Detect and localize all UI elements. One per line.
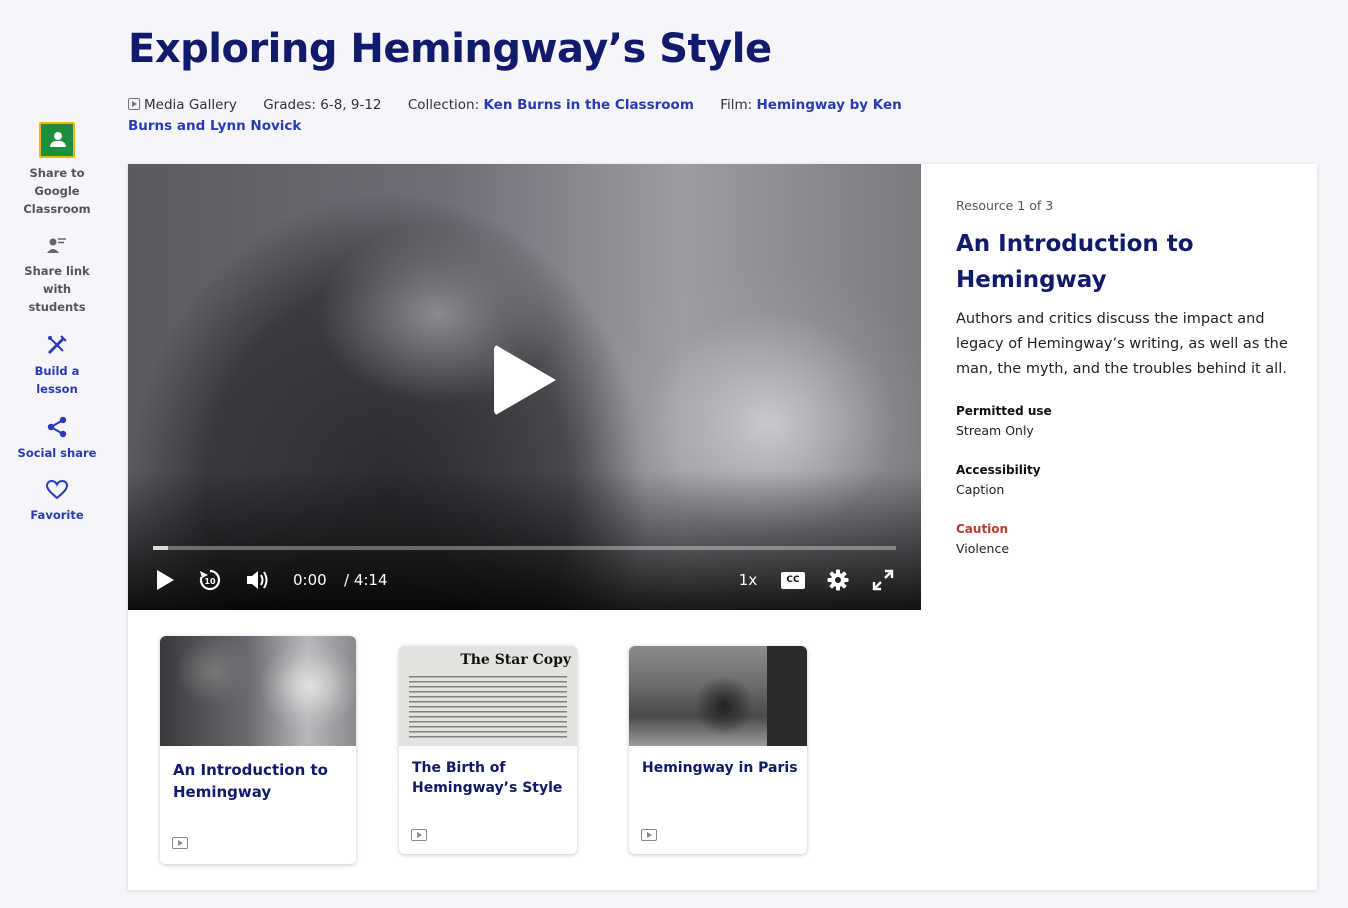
caution-value: Violence xyxy=(956,541,1010,556)
newspaper-lines xyxy=(409,676,567,740)
svg-text:10: 10 xyxy=(204,577,216,586)
video-icon xyxy=(172,837,188,849)
permitted-use-label: Permitted use xyxy=(956,404,1052,418)
share-link-icon xyxy=(47,238,66,253)
meta-grades: Grades: 6-8, 9-12 xyxy=(263,97,382,113)
caution-label: Caution xyxy=(956,522,1009,536)
play-icon xyxy=(157,570,174,590)
big-play-button[interactable] xyxy=(488,342,558,418)
thumbnail-card[interactable]: Hemingway in Paris xyxy=(629,646,807,854)
captions-icon: CC xyxy=(781,571,805,589)
accessibility-label: Accessibility xyxy=(956,463,1041,477)
meta-collection: Collection: Ken Burns in the Classroom xyxy=(407,97,694,113)
duration: / 4:14 xyxy=(344,571,388,589)
action-sidebar: Share to Google Classroom Share link wit… xyxy=(14,122,100,542)
video-icon xyxy=(411,829,427,841)
google-classroom-icon xyxy=(39,122,75,158)
thumbnail-title: The Birth of Hemingway’s Style xyxy=(412,760,563,796)
video-player[interactable]: 10 0:00 / 4:14 1x CC xyxy=(128,164,921,610)
collection-link[interactable]: Ken Burns in the Classroom xyxy=(483,97,693,113)
captions-button[interactable]: CC xyxy=(779,562,807,598)
build-lesson-button[interactable]: Build a lesson xyxy=(14,334,100,398)
playback-speed-button[interactable]: 1x xyxy=(734,562,762,598)
thumbnail-title: Hemingway in Paris xyxy=(642,760,798,776)
current-time: 0:00 xyxy=(293,571,327,589)
resource-meta: Media Gallery Grades: 6-8, 9-12 Collecti… xyxy=(128,95,928,137)
resource-count: Resource 1 of 3 xyxy=(956,198,1054,213)
volume-button[interactable] xyxy=(244,562,272,598)
resource-card: 10 0:00 / 4:14 1x CC Resource 1 of 3 An … xyxy=(128,164,1317,890)
accessibility-value: Caption xyxy=(956,482,1005,497)
media-gallery-icon xyxy=(128,98,140,110)
volume-icon xyxy=(247,571,268,589)
thumbnail-image xyxy=(629,646,807,746)
gear-icon xyxy=(827,569,849,591)
video-progress-bar[interactable] xyxy=(153,546,896,550)
play-button[interactable] xyxy=(152,562,178,598)
thumbnail-image-text: The Star Copy xyxy=(460,652,571,668)
favorite-button[interactable]: Favorite xyxy=(14,480,100,524)
share-link-button[interactable]: Share link with students xyxy=(14,236,100,316)
thumbnail-image xyxy=(160,636,356,746)
share-icon xyxy=(47,416,67,438)
heart-icon xyxy=(46,480,68,500)
thumbnail-image: The Star Copy xyxy=(399,646,577,746)
fullscreen-button[interactable] xyxy=(870,562,896,598)
page-title: Exploring Hemingway’s Style xyxy=(128,26,772,72)
settings-button[interactable] xyxy=(824,562,852,598)
rewind-10-icon: 10 xyxy=(199,569,221,591)
thumbnail-title: An Introduction to Hemingway xyxy=(173,761,328,801)
share-google-classroom-button[interactable]: Share to Google Classroom xyxy=(14,122,100,218)
resource-title: An Introduction to Hemingway xyxy=(956,231,1194,293)
rewind-10-button[interactable]: 10 xyxy=(197,562,223,598)
build-lesson-icon xyxy=(47,335,67,355)
thumbnail-card[interactable]: An Introduction to Hemingway xyxy=(160,636,356,864)
resource-description: Authors and critics discuss the impact a… xyxy=(956,311,1288,377)
social-share-button[interactable]: Social share xyxy=(14,416,100,462)
permitted-use-value: Stream Only xyxy=(956,423,1034,438)
fullscreen-icon xyxy=(872,569,894,591)
meta-type: Media Gallery xyxy=(128,97,237,113)
video-controls: 10 0:00 / 4:14 1x CC xyxy=(128,562,921,598)
video-icon xyxy=(641,829,657,841)
thumbnail-card[interactable]: The Star Copy The Birth of Hemingway’s S… xyxy=(399,646,577,854)
video-progress-fill xyxy=(153,546,168,550)
